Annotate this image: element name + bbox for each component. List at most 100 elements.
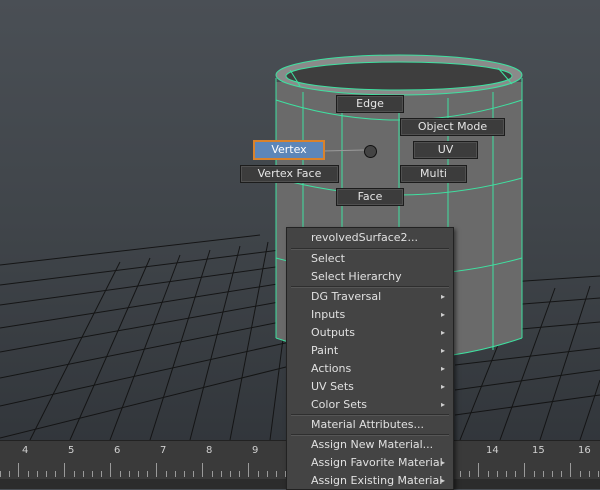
hotbox-vertex-face-item[interactable]: Vertex Face: [240, 165, 339, 183]
ruler-tick: [175, 471, 176, 477]
ruler-tick: [9, 471, 10, 477]
ruler-tick: [138, 471, 139, 477]
ruler-tick: [570, 463, 571, 477]
ruler-tick: [37, 471, 38, 477]
submenu-arrow-icon: ▸: [440, 476, 445, 485]
hotbox-uv-item[interactable]: UV: [413, 141, 478, 159]
ruler-tick-label: 15: [532, 445, 545, 456]
ruler-tick: [598, 471, 599, 477]
menu-item-inputs[interactable]: Inputs ▸: [287, 306, 453, 324]
ruler-tick: [156, 463, 157, 477]
menu-item-label: Select: [311, 252, 345, 265]
ruler-tick: [248, 463, 249, 477]
ruler-tick: [101, 471, 102, 477]
ruler-tick: [515, 471, 516, 477]
ruler-tick: [543, 471, 544, 477]
ruler-tick: [46, 471, 47, 477]
menu-item-label: UV Sets: [311, 380, 354, 393]
menu-item-label: Select Hierarchy: [311, 270, 402, 283]
ruler-tick: [478, 463, 479, 477]
ruler-tick: [524, 463, 525, 477]
menu-item-label: Outputs: [311, 326, 355, 339]
ruler-tick: [221, 471, 222, 477]
ruler-tick: [83, 471, 84, 477]
ruler-tick: [55, 471, 56, 477]
ruler-tick: [166, 471, 167, 477]
ruler-tick-label: 14: [486, 445, 499, 456]
ruler-tick-label: 6: [114, 445, 121, 456]
menu-item-paint[interactable]: Paint ▸: [287, 342, 453, 360]
ruler-tick: [202, 463, 203, 477]
menu-item-label: Color Sets: [311, 398, 368, 411]
menu-item-material-attributes[interactable]: Material Attributes...: [287, 416, 453, 434]
submenu-arrow-icon: ▸: [440, 292, 445, 301]
ruler-tick-label: 7: [160, 445, 167, 456]
menu-item-outputs[interactable]: Outputs ▸: [287, 324, 453, 342]
menu-item-label: Inputs: [311, 308, 346, 321]
hotbox-edge-item[interactable]: Edge: [336, 95, 404, 113]
ruler-tick-label: 8: [206, 445, 213, 456]
ruler-tick: [92, 471, 93, 477]
menu-item-label: Material Attributes...: [311, 418, 424, 431]
ruler-tick: [28, 471, 29, 477]
menu-item-label: Assign Favorite Material: [311, 456, 443, 469]
ruler-tick: [110, 463, 111, 477]
ruler-tick: [18, 463, 19, 477]
ruler-tick: [469, 471, 470, 477]
ruler-tick: [0, 471, 1, 477]
marking-menu-center-icon: [364, 145, 377, 158]
menu-item-uv-sets[interactable]: UV Sets ▸: [287, 378, 453, 396]
ruler-tick: [267, 471, 268, 477]
ruler-tick: [488, 471, 489, 477]
submenu-arrow-icon: ▸: [440, 328, 445, 337]
hotbox-vertex-item[interactable]: Vertex: [253, 140, 325, 160]
submenu-arrow-icon: ▸: [440, 310, 445, 319]
menu-item-assign-favorite-material[interactable]: Assign Favorite Material ▸: [287, 454, 453, 472]
ruler-tick: [193, 471, 194, 477]
ruler-tick: [276, 471, 277, 477]
context-menu: revolvedSurface2... Select Select Hierar…: [286, 227, 454, 490]
ruler-tick: [184, 471, 185, 477]
submenu-arrow-icon: ▸: [440, 400, 445, 409]
submenu-arrow-icon: ▸: [440, 458, 445, 467]
ruler-tick: [239, 471, 240, 477]
ruler-tick-label: 16: [578, 445, 591, 456]
menu-item-label: Assign Existing Material: [311, 474, 443, 487]
ruler-tick-label: 4: [22, 445, 29, 456]
menu-item-assign-existing-material[interactable]: Assign Existing Material ▸: [287, 472, 453, 489]
menu-title-item[interactable]: revolvedSurface2...: [287, 228, 453, 248]
menu-item-assign-new-material[interactable]: Assign New Material...: [287, 436, 453, 454]
ruler-tick-label: 5: [68, 445, 75, 456]
menu-item-label: Actions: [311, 362, 352, 375]
menu-item-label: DG Traversal: [311, 290, 382, 303]
hotbox-object-mode-item[interactable]: Object Mode: [400, 118, 505, 136]
hotbox-face-item[interactable]: Face: [336, 188, 404, 206]
ruler-tick: [120, 471, 121, 477]
ruler-tick: [212, 471, 213, 477]
menu-item-label: Assign New Material...: [311, 438, 434, 451]
ruler-tick: [552, 471, 553, 477]
submenu-arrow-icon: ▸: [440, 382, 445, 391]
ruler-tick: [460, 471, 461, 477]
submenu-arrow-icon: ▸: [440, 364, 445, 373]
ruler-tick: [506, 471, 507, 477]
menu-item-dg-traversal[interactable]: DG Traversal ▸: [287, 288, 453, 306]
ruler-tick: [258, 471, 259, 477]
submenu-arrow-icon: ▸: [440, 346, 445, 355]
ruler-tick: [230, 471, 231, 477]
menu-item-select[interactable]: Select: [287, 250, 453, 268]
ruler-tick: [534, 471, 535, 477]
ruler-tick-label: 9: [252, 445, 259, 456]
ruler-tick: [129, 471, 130, 477]
ruler-tick: [589, 471, 590, 477]
ruler-tick: [561, 471, 562, 477]
menu-item-label: Paint: [311, 344, 339, 357]
menu-title-label: revolvedSurface2...: [311, 231, 418, 244]
menu-item-select-hierarchy[interactable]: Select Hierarchy: [287, 268, 453, 286]
ruler-tick: [74, 471, 75, 477]
hotbox-multi-item[interactable]: Multi: [400, 165, 467, 183]
ruler-tick: [147, 471, 148, 477]
ruler-tick: [580, 471, 581, 477]
menu-item-color-sets[interactable]: Color Sets ▸: [287, 396, 453, 414]
menu-item-actions[interactable]: Actions ▸: [287, 360, 453, 378]
